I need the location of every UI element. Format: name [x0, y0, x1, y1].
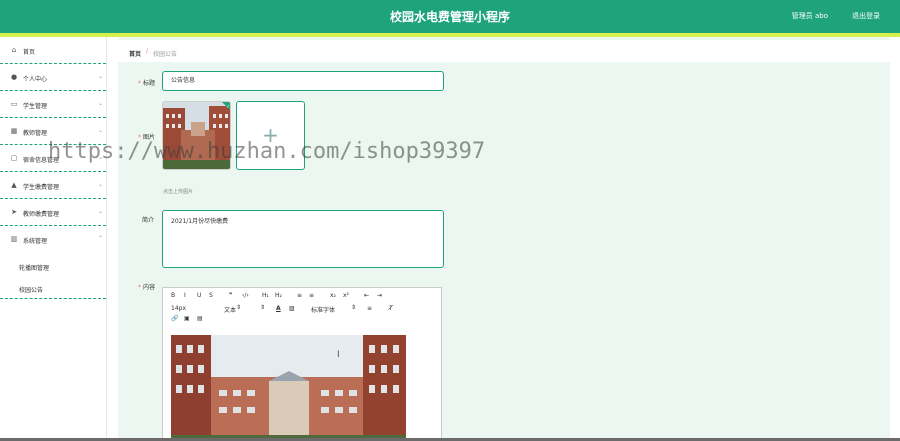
sidebar-item-student-payment[interactable]: ▲ 学生缴费管理 ⌄ [0, 172, 106, 199]
toolbar-button-10[interactable]: x₂ [330, 292, 336, 299]
main-content: 首页 / 校园公告 * 标题 公告信息 * 图片 ✓ + 点击上传图片 简介 202… [118, 37, 890, 441]
toolbar-button-4[interactable]: ❞ [229, 292, 232, 299]
sidebar-item-label: 首页 [23, 49, 36, 56]
sidebar-item-label: 教师缴费管理 [23, 211, 60, 218]
app-root: { "header": { "title": "校园水电费管理小程序", "us… [0, 0, 900, 441]
user-label: 管理员 abo [791, 12, 828, 20]
intro-label: 简介 [142, 217, 155, 224]
bg-color-icon[interactable]: ▨ [289, 305, 295, 312]
chart-icon: ▲ [11, 181, 17, 189]
chat-icon: ▢ [10, 154, 18, 162]
sidebar-item-label: 宿舍信息管理 [23, 157, 60, 164]
sidebar-item-student-management[interactable]: ▭ 学生管理 ⌄ [0, 91, 106, 118]
breadcrumb-separator: / [146, 48, 149, 55]
breadcrumb-home[interactable]: 首页 [129, 49, 141, 58]
sidebar-item-home[interactable]: ⌂ 首页 [0, 37, 106, 64]
top-header: 校园水电费管理小程序 管理员 abo 退出登录 [0, 0, 900, 33]
chevron-down-icon: ⌄ [97, 208, 103, 215]
chevron-down-icon: ⌄ [97, 73, 103, 80]
sidebar-item-teacher-management[interactable]: ▦ 教师管理 ⌄ [0, 118, 106, 145]
chevron-down-icon: ⌄ [97, 100, 103, 107]
toolbar-button-11[interactable]: x² [343, 292, 349, 299]
svg-text:✓: ✓ [226, 104, 230, 110]
font-family-select[interactable]: 标准字体 [311, 305, 335, 314]
font-color-icon[interactable]: A [276, 305, 281, 312]
monitor-icon: ▭ [10, 100, 18, 108]
sidebar-item-label: 个人中心 [23, 76, 48, 83]
intro-textarea[interactable]: 2021/1月份尽快缴费 [162, 210, 444, 268]
video-icon[interactable]: ▤ [197, 315, 203, 322]
sidebar-item-system-management[interactable]: ▥ 系统管理 ⌃ [0, 226, 106, 253]
sidebar-subitem-label: 轮播图管理 [19, 265, 50, 272]
stats-icon: ▥ [10, 235, 18, 243]
logout-button[interactable]: 退出登录 [852, 11, 880, 21]
font-size-select[interactable]: 14px [171, 305, 186, 312]
campus-photo-thumb: ✓ [163, 102, 230, 169]
sidebar-subitem-carousel[interactable]: 轮播图管理 [0, 253, 106, 275]
sidebar-item-personal-center[interactable]: ● 个人中心 ⌄ [0, 64, 106, 91]
rich-text-editor[interactable]: B I U S ❞ ‹/› H₁ H₂ ≡ ≡ x₂ x² ⇤ ⇥ 14px ⇕ 文本 ⇕ A ▨ 标准字… [162, 287, 442, 441]
editor-content-image [171, 335, 406, 441]
home-icon: ⌂ [11, 46, 17, 54]
sidebar-item-teacher-payment[interactable]: ➤ 教师缴费管理 ⌄ [0, 199, 106, 226]
select-arrow-icon: ⇕ [236, 304, 242, 311]
image-icon[interactable]: ▣ [184, 315, 190, 322]
select-arrow-icon: ⇕ [260, 304, 266, 311]
toolbar-button-2[interactable]: U [197, 292, 201, 299]
chevron-down-icon: ⌄ [97, 181, 103, 188]
toolbar-button-12[interactable]: ⇤ [364, 292, 369, 299]
chevron-up-icon: ⌃ [97, 235, 103, 242]
clear-format-icon[interactable]: T̸ [389, 305, 393, 312]
toolbar-button-5[interactable]: ‹/› [242, 292, 249, 299]
user-icon: ● [10, 73, 18, 81]
upload-image-button[interactable]: + [236, 101, 305, 170]
send-icon: ➤ [11, 208, 17, 216]
toolbar-button-9[interactable]: ≡ [309, 292, 314, 299]
toolbar-button-8[interactable]: ≡ [297, 292, 302, 299]
app-title: 校园水电费管理小程序 [389, 10, 510, 24]
breadcrumb: 首页 / 校园公告 [118, 40, 890, 62]
uploaded-image[interactable]: ✓ [162, 101, 231, 170]
chevron-down-icon: ⌄ [97, 154, 103, 161]
toolbar-button-6[interactable]: H₁ [262, 292, 269, 299]
upload-tip: 点击上传图片 [163, 189, 194, 195]
text-style-select[interactable]: 文本 [224, 305, 236, 314]
select-arrow-icon: ⇕ [351, 304, 357, 311]
sidebar-subitem-label: 校园公告 [19, 287, 44, 294]
sidebar-item-label: 学生缴费管理 [23, 184, 60, 191]
text-cursor-icon: I [337, 350, 340, 360]
campus-photo [171, 335, 406, 441]
toolbar-button-3[interactable]: S [209, 292, 213, 299]
sidebar-item-label: 系统管理 [23, 238, 48, 245]
sidebar-subitem-announcement[interactable]: 校园公告 [0, 275, 106, 299]
sidebar-item-dorm-management[interactable]: ▢ 宿舍信息管理 ⌄ [0, 145, 106, 172]
toolbar-button-1[interactable]: I [184, 292, 186, 299]
chevron-down-icon: ⌄ [97, 127, 103, 134]
title-label: * 标题 [138, 80, 156, 87]
breadcrumb-current: 校园公告 [153, 51, 178, 58]
sidebar-item-label: 教师管理 [23, 130, 48, 137]
plus-icon: + [262, 123, 279, 147]
align-icon[interactable]: ≡ [367, 305, 372, 312]
toolbar-button-13[interactable]: ⇥ [377, 292, 382, 299]
grid-icon: ▦ [10, 127, 18, 135]
toolbar-button-7[interactable]: H₂ [275, 292, 282, 299]
toolbar-button-0[interactable]: B [171, 292, 175, 299]
sidebar-item-label: 学生管理 [23, 103, 48, 110]
content-label: * 内容 [138, 284, 156, 291]
sidebar: ⌂ 首页 ● 个人中心 ⌄ ▭ 学生管理 ⌄ ▦ 教师管理 ⌄ ▢ 宿舍信息管理… [0, 37, 107, 441]
title-field[interactable]: 公告信息 [162, 71, 444, 91]
image-label: * 图片 [138, 134, 156, 141]
link-icon[interactable]: 🔗 [171, 315, 178, 322]
